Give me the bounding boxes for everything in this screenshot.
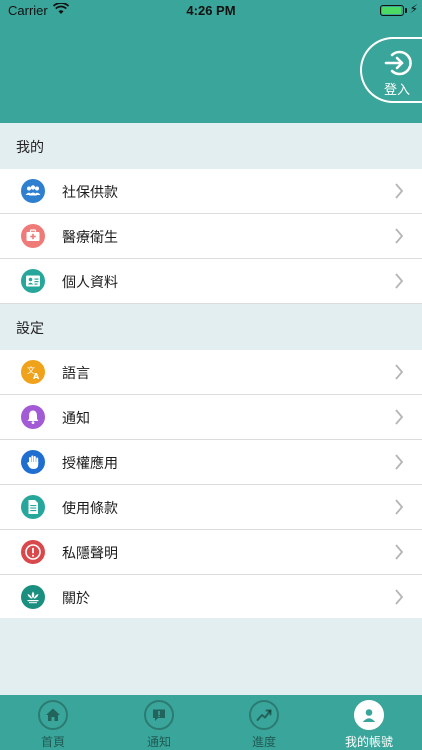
menu-item-personal-info[interactable]: 個人資料 (0, 259, 422, 304)
login-button[interactable]: 登入 (360, 37, 422, 103)
battery-cap (405, 8, 407, 13)
chevron-right-icon (394, 272, 404, 294)
trend-icon (249, 700, 279, 730)
menu-item-terms-of-use[interactable]: 使用條款 (0, 485, 422, 530)
language-icon: 文 A (21, 360, 45, 384)
section-header-mine: 我的 (0, 123, 422, 169)
menu-item-label: 關於 (62, 591, 90, 607)
tab-label: 進度 (251, 735, 276, 749)
people-icon (21, 179, 45, 203)
status-bar: Carrier 4:26 PM ⚡ (0, 0, 422, 22)
menu-item-label: 授權應用 (62, 456, 118, 472)
charging-icon: ⚡ (409, 2, 418, 16)
section-title: 設定 (16, 321, 44, 337)
tab-home[interactable]: 首頁 (0, 695, 106, 750)
document-icon (21, 495, 45, 519)
hand-icon (21, 450, 45, 474)
message-icon (144, 700, 174, 730)
home-icon (38, 700, 68, 730)
id-card-icon (21, 269, 45, 293)
clock: 4:26 PM (186, 3, 236, 18)
tab-label: 首頁 (40, 735, 65, 749)
menu-item-language[interactable]: 文 A 語言 (0, 350, 422, 395)
tab-progress[interactable]: 進度 (211, 695, 317, 750)
tab-label: 我的帳號 (344, 735, 393, 749)
header-bar: Carrier 4:26 PM ⚡ 登入 (0, 0, 422, 123)
svg-text:A: A (33, 372, 40, 381)
tab-my-account[interactable]: 我的帳號 (316, 695, 422, 750)
section-title: 我的 (16, 140, 44, 156)
user-icon (354, 700, 384, 730)
battery-icon (380, 5, 404, 16)
login-icon (382, 49, 414, 81)
menu-item-notifications[interactable]: 通知 (0, 395, 422, 440)
menu-item-authorized-apps[interactable]: 授權應用 (0, 440, 422, 485)
section-header-settings: 設定 (0, 304, 422, 350)
menu-item-label: 社保供款 (62, 185, 118, 201)
menu-item-label: 醫療衛生 (62, 230, 118, 246)
chevron-right-icon (394, 408, 404, 430)
chevron-right-icon (394, 498, 404, 520)
empty-area (0, 618, 422, 695)
chevron-right-icon (394, 363, 404, 385)
menu-item-label: 私隱聲明 (62, 546, 118, 562)
bell-icon (21, 405, 45, 429)
chevron-right-icon (394, 588, 404, 610)
menu-item-healthcare[interactable]: 醫療衛生 (0, 214, 422, 259)
chevron-right-icon (394, 453, 404, 475)
tab-bar: 首頁 通知 進度 我的帳號 (0, 695, 422, 750)
chevron-right-icon (394, 227, 404, 249)
chevron-right-icon (394, 543, 404, 565)
menu-item-social-security[interactable]: 社保供款 (0, 169, 422, 214)
medical-kit-icon (21, 224, 45, 248)
tab-label: 通知 (146, 735, 171, 749)
menu-item-label: 使用條款 (62, 501, 118, 517)
menu-item-about[interactable]: 關於 (0, 575, 422, 620)
menu-item-label: 語言 (62, 366, 90, 382)
chevron-right-icon (394, 182, 404, 204)
menu-item-label: 個人資料 (62, 275, 118, 291)
lotus-icon (21, 585, 45, 609)
login-label: 登入 (384, 83, 411, 98)
menu-item-privacy-statement[interactable]: 私隱聲明 (0, 530, 422, 575)
tab-notifications[interactable]: 通知 (106, 695, 212, 750)
menu-item-label: 通知 (62, 411, 90, 427)
alert-icon (21, 540, 45, 564)
